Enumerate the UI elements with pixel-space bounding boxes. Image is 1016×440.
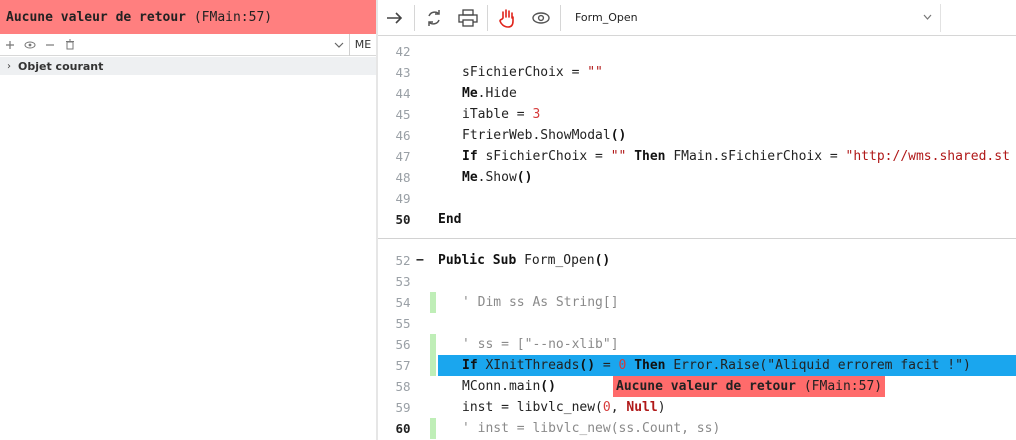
error-popup-location: (FMain:57): [803, 379, 883, 394]
line-number: 46: [395, 128, 411, 143]
line-number: 56: [395, 337, 411, 352]
line-number: 43: [395, 65, 411, 80]
line-number: 48: [395, 170, 411, 185]
code-line-current[interactable]: 57 If XInitThreads() = 0 Then Error.Rais…: [378, 355, 1016, 376]
eye-icon[interactable]: [524, 0, 558, 36]
line-number: 59: [395, 400, 411, 415]
code-text: sFichierChoix = "": [462, 65, 603, 80]
modified-line-marker: [430, 334, 436, 355]
code-text: Me.Show(): [462, 170, 533, 185]
eye-icon[interactable]: [20, 35, 40, 55]
procedure-select-value: Form_Open: [575, 11, 638, 24]
modified-line-marker: [430, 418, 436, 439]
code-line[interactable]: 48 Me.Show(): [378, 167, 1016, 188]
code-text: If XInitThreads() = 0 Then Error.Raise("…: [462, 358, 971, 373]
code-line[interactable]: 52 − Public Sub Form_Open(): [378, 250, 1016, 271]
line-number: 42: [395, 44, 411, 59]
code-text: inst = libvlc_new(0, Null): [462, 400, 666, 415]
hand-stop-icon[interactable]: [490, 0, 524, 36]
code-line[interactable]: 56 ' ss = ["--no-xlib"]: [378, 334, 1016, 355]
procedure-divider: [378, 238, 1016, 239]
code-line[interactable]: 46 FtrierWeb.ShowModal(): [378, 125, 1016, 146]
printer-icon[interactable]: [451, 0, 485, 36]
procedure-select[interactable]: Form_Open: [569, 3, 941, 32]
tree-item-current-object[interactable]: › Objet courant: [0, 57, 376, 75]
error-title: Aucune valeur de retour: [6, 9, 187, 25]
plus-icon[interactable]: [0, 35, 20, 55]
line-number: 55: [395, 316, 411, 331]
error-popup: Aucune valeur de retour (FMain:57): [613, 376, 886, 397]
code-line[interactable]: 59 inst = libvlc_new(0, Null): [378, 397, 1016, 418]
code-line[interactable]: 43 sFichierChoix = "": [378, 62, 1016, 83]
fold-collapse-icon[interactable]: −: [416, 250, 424, 271]
code-line[interactable]: 60 ' inst = libvlc_new(ss.Count, ss): [378, 418, 1016, 439]
chevron-right-icon[interactable]: ›: [0, 61, 18, 72]
me-button[interactable]: ME: [349, 33, 376, 56]
line-number: 44: [395, 86, 411, 101]
chevron-down-icon: [923, 12, 932, 23]
code-line[interactable]: 50 End: [378, 209, 1016, 230]
toolbar-separator: [560, 4, 561, 31]
refresh-icon[interactable]: [417, 0, 451, 36]
line-number: 58: [395, 379, 411, 394]
code-line[interactable]: 55: [378, 313, 1016, 334]
line-number: 45: [395, 107, 411, 122]
code-text: MConn.main(): [462, 379, 556, 394]
code-line[interactable]: 45 iTable = 3: [378, 104, 1016, 125]
code-text: ' ss = ["--no-xlib"]: [462, 337, 619, 352]
line-number: 53: [395, 274, 411, 289]
chevron-down-icon[interactable]: [329, 35, 349, 55]
editor-toolbar: Form_Open: [378, 0, 1016, 36]
step-arrow-icon[interactable]: [378, 0, 412, 36]
line-number: 57: [395, 358, 411, 373]
code-line[interactable]: 54 ' Dim ss As String[]: [378, 292, 1016, 313]
code-line[interactable]: 42: [378, 41, 1016, 62]
watch-toolbar: ME: [0, 33, 376, 56]
line-number: 54: [395, 295, 411, 310]
code-text: Me.Hide: [462, 86, 517, 101]
code-text: ' Dim ss As String[]: [462, 295, 619, 310]
trash-icon[interactable]: [60, 35, 80, 55]
modified-line-marker: [430, 355, 436, 376]
modified-line-marker: [430, 292, 436, 313]
code-line[interactable]: 53: [378, 271, 1016, 292]
code-text: End: [438, 212, 462, 227]
code-text: ' inst = libvlc_new(ss.Count, ss): [462, 421, 721, 436]
code-editor[interactable]: 42 43 sFichierChoix = "" 44 Me.Hide 45 i…: [378, 36, 1016, 440]
error-location: (FMain:57): [193, 9, 273, 25]
error-popup-title: Aucune valeur de retour: [616, 379, 797, 394]
minus-icon[interactable]: [40, 35, 60, 55]
tree-item-label: Objet courant: [18, 59, 104, 73]
toolbar-separator: [414, 4, 415, 31]
line-number: 49: [395, 191, 411, 206]
code-line[interactable]: 47 If sFichierChoix = "" Then FMain.sFic…: [378, 146, 1016, 167]
line-number: 50: [395, 212, 411, 227]
code-line[interactable]: 44 Me.Hide: [378, 83, 1016, 104]
code-text: If sFichierChoix = "" Then FMain.sFichie…: [462, 149, 1010, 164]
toolbar-separator: [487, 4, 488, 31]
line-number: 60: [395, 421, 411, 436]
error-header: Aucune valeur de retour (FMain:57): [0, 0, 376, 34]
line-number: 47: [395, 149, 411, 164]
code-line[interactable]: 49: [378, 188, 1016, 209]
code-text: Public Sub Form_Open(): [438, 253, 611, 268]
debug-panel: Aucune valeur de retour (FMain:57) ME › …: [0, 0, 376, 440]
watch-expression-input[interactable]: [80, 35, 329, 55]
code-text: iTable = 3: [462, 107, 541, 122]
code-text: FtrierWeb.ShowModal(): [462, 128, 627, 143]
